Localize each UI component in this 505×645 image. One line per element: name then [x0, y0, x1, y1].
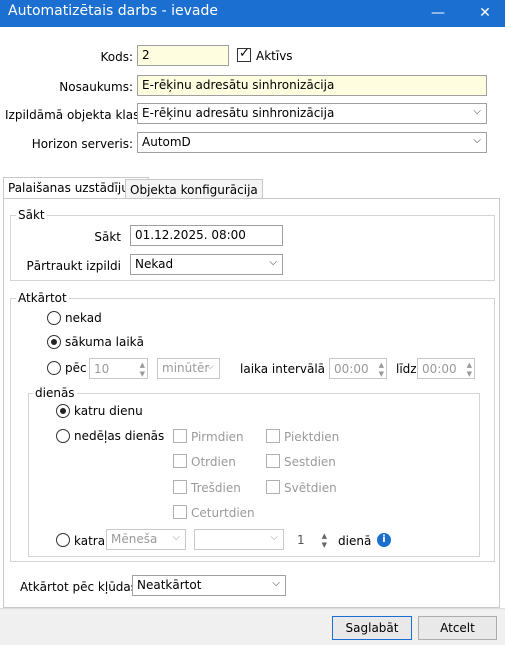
weekdays-radio[interactable] — [56, 429, 70, 443]
thursday-label: Ceturtdien — [191, 506, 255, 520]
class-select-value: E-rēķinu adresātu sinhronizācija — [142, 106, 335, 120]
wednesday-checkbox[interactable] — [173, 480, 187, 494]
to-time-value: 00:00 — [422, 362, 457, 376]
active-checkbox[interactable]: ✓ — [237, 46, 251, 62]
repeat-never-label: nekad — [65, 311, 102, 325]
stop-select[interactable]: Nekad ⌵ — [130, 254, 283, 275]
from-time-stepper[interactable]: 00:00 ▲ ▼ — [329, 358, 387, 379]
active-label: Aktīvs — [256, 49, 293, 63]
interval-unit-value: minūtēr — [162, 361, 210, 375]
stop-label: Pārtraukt izpildi — [26, 259, 121, 273]
weekdays-label: nedēļas dienās — [74, 429, 165, 443]
arrow-up-icon[interactable]: ▲ — [322, 532, 327, 540]
retry-select[interactable]: Neatkārtot ⌵ — [132, 575, 286, 596]
interval-value: 10 — [94, 362, 110, 376]
tab-object-config[interactable]: Objekta konfigurācija — [125, 179, 263, 199]
monday-checkbox[interactable] — [173, 429, 187, 443]
checkmark-icon: ✓ — [239, 46, 250, 61]
class-select[interactable]: E-rēķinu adresātu sinhronizācija ⌵ — [137, 103, 487, 124]
arrow-up-icon[interactable]: ▲ — [467, 361, 472, 369]
server-select[interactable]: AutomD ⌵ — [137, 132, 487, 153]
chevron-down-icon: ⌵ — [172, 532, 180, 543]
chevron-down-icon: ⌵ — [473, 135, 481, 146]
every-nth-label: katra — [74, 534, 106, 548]
info-icon[interactable]: i — [377, 533, 391, 547]
tuesday-checkbox[interactable] — [173, 454, 187, 468]
chevron-down-icon: ⌵ — [270, 532, 278, 543]
stop-select-value: Nekad — [135, 257, 174, 271]
close-button[interactable]: ✕ — [470, 0, 500, 27]
radio-dot — [51, 339, 57, 345]
month-select-value: Mēneša — [111, 532, 158, 546]
saturday-label: Sestdien — [284, 455, 336, 469]
title-bar: Automatizētais darbs - ievade — ✕ — [0, 0, 505, 27]
name-label: Nosaukums: — [59, 80, 133, 94]
arrow-up-icon[interactable]: ▲ — [379, 361, 384, 369]
every-day-label: katru dienu — [74, 404, 143, 418]
day-suffix-label: dienā — [338, 534, 372, 548]
chevron-down-icon: ⌵ — [272, 578, 280, 589]
month-select[interactable]: Mēneša ⌵ — [106, 529, 186, 550]
sunday-label: Svētdien — [284, 481, 337, 495]
class-label: Izpildāmā objekta klase: — [5, 108, 151, 122]
interval-stepper[interactable]: 10 ▲ ▼ — [89, 358, 148, 379]
server-select-value: AutomD — [142, 135, 191, 149]
friday-label: Piektdien — [284, 430, 340, 444]
minimize-button[interactable]: — — [423, 0, 453, 27]
code-label: Kods: — [100, 50, 133, 64]
arrow-down-icon[interactable]: ▼ — [140, 370, 145, 378]
code-field[interactable]: 2 — [137, 45, 229, 66]
retry-label: Atkārtot pēc kļūdas — [20, 580, 138, 594]
every-day-radio[interactable] — [56, 404, 70, 418]
chevron-down-icon: ⌵ — [269, 257, 277, 268]
arrow-down-icon[interactable]: ▼ — [379, 370, 384, 378]
start-group-label: Sākt — [16, 208, 47, 222]
repeat-at-start-radio[interactable] — [47, 335, 61, 349]
every-nth-radio[interactable] — [56, 533, 70, 547]
repeat-group-label: Atkārtot — [16, 291, 69, 305]
saturday-checkbox[interactable] — [266, 454, 280, 468]
friday-checkbox[interactable] — [266, 429, 280, 443]
arrow-down-icon[interactable]: ▼ — [322, 541, 327, 549]
repeat-never-radio[interactable] — [47, 311, 61, 325]
wednesday-label: Trešdien — [191, 481, 241, 495]
radio-dot — [60, 408, 66, 414]
save-button[interactable]: Saglabāt — [332, 616, 412, 640]
interval-unit-select[interactable]: minūtēr ⌵ — [157, 358, 220, 379]
day-select[interactable]: ⌵ — [194, 529, 284, 550]
start-datetime-field[interactable]: 01.12.2025. 08:00 — [130, 225, 283, 246]
cancel-button[interactable]: Atcelt — [418, 616, 497, 640]
sunday-checkbox[interactable] — [266, 480, 280, 494]
window-title: Automatizētais darbs - ievade — [8, 3, 218, 19]
repeat-after-radio[interactable] — [47, 361, 61, 375]
tuesday-label: Otrdien — [191, 455, 236, 469]
chevron-down-icon: ⌵ — [473, 106, 481, 117]
chevron-down-icon: ⌵ — [206, 361, 214, 372]
thursday-checkbox[interactable] — [173, 505, 187, 519]
monday-label: Pirmdien — [191, 430, 244, 444]
repeat-after-label: pēc — [65, 361, 87, 375]
day-number-value: 1 — [297, 533, 305, 547]
server-label: Horizon serveris: — [31, 137, 133, 151]
to-label: līdz — [396, 362, 417, 376]
start-label: Sākt — [94, 230, 121, 244]
name-field[interactable]: E-rēķinu adresātu sinhronizācija — [137, 75, 487, 96]
arrow-up-icon[interactable]: ▲ — [140, 361, 145, 369]
retry-select-value: Neatkārtot — [137, 578, 202, 592]
days-group-label: dienās — [33, 386, 77, 400]
repeat-at-start-label: sākuma laikā — [65, 335, 144, 349]
day-number-stepper[interactable]: 1 ▲ ▼ — [292, 529, 330, 550]
arrow-down-icon[interactable]: ▼ — [467, 370, 472, 378]
from-time-value: 00:00 — [334, 362, 369, 376]
to-time-stepper[interactable]: 00:00 ▲ ▼ — [417, 358, 475, 379]
